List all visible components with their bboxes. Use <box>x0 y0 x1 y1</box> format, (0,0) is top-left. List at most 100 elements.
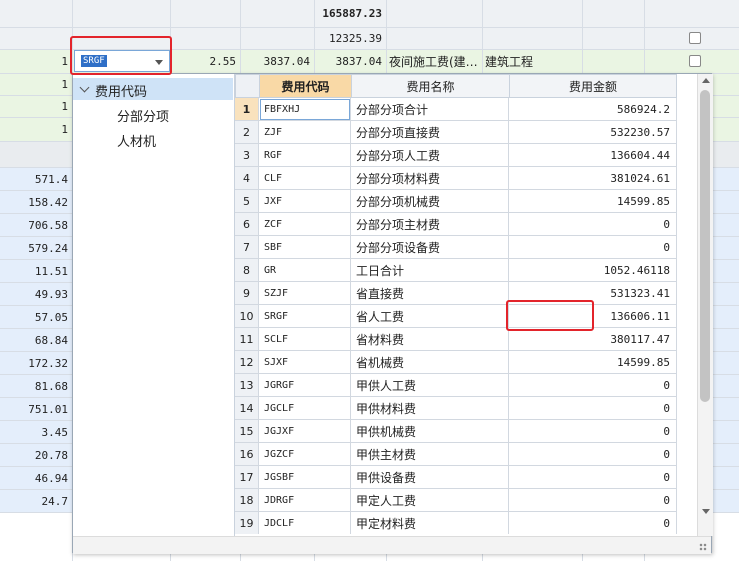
scroll-down-icon[interactable] <box>702 509 710 514</box>
fee-code-cell: GR <box>259 259 351 282</box>
row-number-cell: 3 <box>235 144 259 167</box>
table-row[interactable]: 11 SCLF 省材料费 380117.47 <box>235 328 677 351</box>
row-number-cell: 19 <box>235 512 259 534</box>
row-number-cell: 8 <box>235 259 259 282</box>
fee-amount-cell: 380117.47 <box>509 328 677 351</box>
table-row[interactable]: 9 SZJF 省直接费 531323.41 <box>235 282 677 305</box>
scroll-up-icon[interactable] <box>702 78 710 83</box>
value-cell: 68.84 <box>34 333 68 347</box>
row-checkbox[interactable] <box>689 55 701 67</box>
fee-name-cell: 甲供机械费 <box>351 420 509 443</box>
chevron-down-icon[interactable] <box>155 60 163 65</box>
row-checkbox[interactable] <box>689 32 701 44</box>
fee-name-cell: 分部分项机械费 <box>351 190 509 213</box>
fee-name-cell: 工日合计 <box>351 259 509 282</box>
fee-name-cell: 甲供主材费 <box>351 443 509 466</box>
fee-name-cell: 省人工费 <box>351 305 509 328</box>
fee-code-cell: SRGF <box>259 305 351 328</box>
table-row[interactable]: 12325.39 <box>0 28 739 50</box>
table-row[interactable]: 165887.23 <box>0 0 739 28</box>
fee-amount-cell: 0 <box>509 236 677 259</box>
scrollbar-thumb[interactable] <box>700 90 710 402</box>
table-row[interactable]: 5 JXF 分部分项机械费 14599.85 <box>235 190 677 213</box>
fee-name-cell: 分部分项直接费 <box>351 121 509 144</box>
row-number-cell: 12 <box>235 351 259 374</box>
table-row[interactable]: 4 CLF 分部分项材料费 381024.61 <box>235 167 677 190</box>
fee-amount-cell: 0 <box>509 489 677 512</box>
value-cell: 24.7 <box>41 494 69 508</box>
fee-code-cell: JGCLF <box>259 397 351 420</box>
row-number-cell: 18 <box>235 489 259 512</box>
table-row[interactable]: 3 RGF 分部分项人工费 136604.44 <box>235 144 677 167</box>
row-number-cell: 17 <box>235 466 259 489</box>
row-number-cell: 6 <box>235 213 259 236</box>
category-cell: 建筑工程 <box>485 55 534 69</box>
table-row[interactable]: 7 SBF 分部分项设备费 0 <box>235 236 677 259</box>
fee-name-cell: 分部分项主材费 <box>351 213 509 236</box>
fee-name-cell: 甲供材料费 <box>351 397 509 420</box>
value-cell: 20.78 <box>34 448 68 462</box>
value-cell: 706.58 <box>28 218 68 232</box>
row-number-cell: 1 <box>235 98 259 121</box>
fee-amount-cell: 136604.44 <box>509 144 677 167</box>
fee-amount-cell: 0 <box>509 443 677 466</box>
fee-code-dropdown[interactable]: SRGF <box>74 50 170 72</box>
table-row[interactable]: 12 SJXF 省机械费 14599.85 <box>235 351 677 374</box>
resize-grip-icon[interactable] <box>699 543 707 551</box>
row-number-cell: 7 <box>235 236 259 259</box>
fee-name-cell: 甲供人工费 <box>351 374 509 397</box>
table-row[interactable]: 8 GR 工日合计 1052.46118 <box>235 259 677 282</box>
column-header-name[interactable]: 费用名称 <box>351 74 510 98</box>
vertical-scrollbar[interactable] <box>697 74 713 536</box>
value-cell: 49.93 <box>34 287 68 301</box>
value-cell: 57.05 <box>34 310 68 324</box>
value-cell: 46.94 <box>34 471 68 485</box>
fee-amount-cell: 14599.85 <box>509 190 677 213</box>
fee-code-cell: JXF <box>259 190 351 213</box>
table-row[interactable]: 6 ZCF 分部分项主材费 0 <box>235 213 677 236</box>
table-row[interactable]: 16 JGZCF 甲供主材费 0 <box>235 443 677 466</box>
value-cell: 751.01 <box>28 402 68 416</box>
tree-item-label: 费用代码 <box>95 85 148 100</box>
row-number-cell: 16 <box>235 443 259 466</box>
row-index: 1 <box>61 78 68 91</box>
chevron-down-icon[interactable] <box>79 82 90 93</box>
fee-name-cell: 分部分项设备费 <box>351 236 509 259</box>
row-number-cell: 2 <box>235 121 259 144</box>
fee-code-cell: JGJXF <box>259 420 351 443</box>
table-row[interactable]: 18 JDRGF 甲定人工费 0 <box>235 489 677 512</box>
total-cell: 165887.23 <box>322 7 382 20</box>
table-row[interactable]: 19 JDCLF 甲定材料费 0 <box>235 512 677 534</box>
fee-amount-cell: 1052.46118 <box>509 259 677 282</box>
tree-item-fenbufenxiang[interactable]: 分部分项 <box>117 106 169 125</box>
fee-name-cell: 甲定人工费 <box>351 489 509 512</box>
row-number-cell: 4 <box>235 167 259 190</box>
tree-item-rencaiji[interactable]: 人材机 <box>117 131 156 150</box>
tree-item-root[interactable]: 费用代码 <box>73 78 233 100</box>
table-row[interactable]: 13 JGRGF 甲供人工费 0 <box>235 374 677 397</box>
fee-amount-cell: 0 <box>509 512 677 534</box>
table-row[interactable]: 2 ZJF 分部分项直接费 532230.57 <box>235 121 677 144</box>
column-header-code[interactable]: 费用代码 <box>259 74 352 98</box>
row-number-cell: 11 <box>235 328 259 351</box>
table-row[interactable]: 1 FBFXHJ 分部分项合计 586924.2 <box>235 98 677 121</box>
fee-code-tree: 费用代码 分部分项 人材机 <box>73 74 235 536</box>
fee-code-cell: CLF <box>259 167 351 190</box>
row-number-cell: 13 <box>235 374 259 397</box>
fee-code-popup: 费用代码 分部分项 人材机 费用代码 费用名称 费用金额 1 FBFXHJ 分部分项… <box>72 73 713 554</box>
table-row[interactable]: 17 JGSBF 甲供设备费 0 <box>235 466 677 489</box>
fee-name-cell: 甲供设备费 <box>351 466 509 489</box>
row-number-cell: 14 <box>235 397 259 420</box>
fee-code-cell: SCLF <box>259 328 351 351</box>
table-row[interactable]: 15 JGJXF 甲供机械费 0 <box>235 420 677 443</box>
fee-name-cell: 省直接费 <box>351 282 509 305</box>
fee-amount-cell: 136606.11 <box>509 305 677 328</box>
column-header-amount[interactable]: 费用金额 <box>509 74 677 98</box>
dropdown-selected-value: SRGF <box>81 55 107 67</box>
table-row[interactable]: 10 SRGF 省人工费 136606.11 <box>235 305 677 328</box>
fee-amount-cell: 0 <box>509 397 677 420</box>
row-index: 1 <box>61 123 68 136</box>
value-cell: 3.45 <box>41 425 69 439</box>
table-row[interactable]: 14 JGCLF 甲供材料费 0 <box>235 397 677 420</box>
fee-amount-cell: 531323.41 <box>509 282 677 305</box>
